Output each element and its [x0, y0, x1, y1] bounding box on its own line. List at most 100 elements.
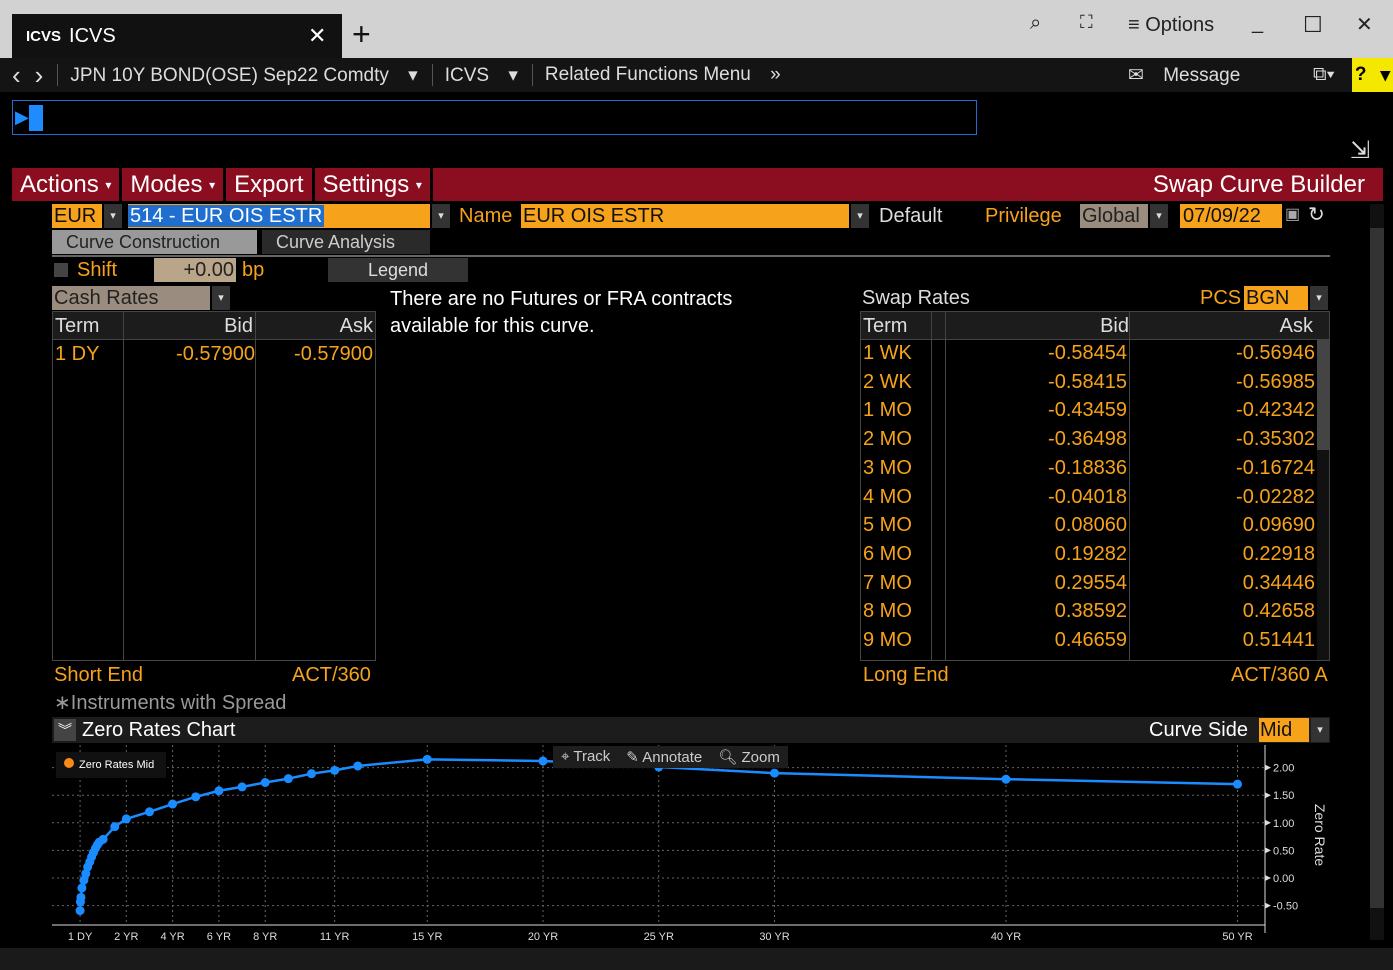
- table-row[interactable]: 7 MO 0.29554 0.34446: [861, 571, 1317, 599]
- cell-ask: 0.09690: [1242, 514, 1315, 537]
- command-input[interactable]: ▶: [12, 100, 977, 135]
- table-row[interactable]: 3 MO -0.18836 -0.16724: [861, 456, 1317, 484]
- table-row[interactable]: 6 MO 0.19282 0.22918: [861, 542, 1317, 570]
- table-row[interactable]: 5 MO 0.08060 0.09690: [861, 513, 1317, 541]
- legend-button[interactable]: Legend: [328, 258, 468, 282]
- chevron-down-icon[interactable]: ▾: [104, 204, 122, 228]
- nav-bar: ‹ › JPN 10Y BOND(OSE) Sep22 Comdty ▾ ICV…: [0, 58, 1393, 92]
- long-end-label: Long End: [863, 664, 949, 686]
- legend-marker: [64, 758, 74, 768]
- collapse-icon[interactable]: ︾: [54, 719, 76, 741]
- cell-ask: 0.34446: [1242, 571, 1315, 594]
- cell-term: 6 MO: [863, 542, 912, 565]
- menu-bar: Actions ▾ Modes ▾ Export Settings ▾ Swap…: [12, 168, 1383, 201]
- options-label: Options: [1145, 14, 1215, 36]
- forward-button[interactable]: ›: [35, 60, 44, 91]
- cell-ask: -0.42342: [1236, 399, 1315, 422]
- table-row[interactable]: 2 MO -0.36498 -0.35302: [861, 427, 1317, 455]
- chevron-down-icon[interactable]: ▾: [432, 204, 450, 228]
- function-dropdown[interactable]: ICVS ▾: [445, 64, 518, 87]
- header-ask: Ask: [339, 315, 373, 337]
- track-button[interactable]: ⌖ Track: [553, 746, 618, 768]
- shift-checkbox[interactable]: [54, 263, 68, 277]
- close-window-button[interactable]: ✕: [1356, 12, 1373, 37]
- cell-bid: -0.36498: [1048, 428, 1127, 451]
- tab-curve-analysis[interactable]: Curve Analysis: [262, 230, 430, 254]
- table-row[interactable]: 9 MO 0.46659 0.51441: [861, 628, 1317, 656]
- table-scrollbar[interactable]: [1317, 340, 1329, 660]
- options-button[interactable]: ≡ Options: [1128, 14, 1214, 37]
- search-plus-icon[interactable]: ⌕: [1030, 12, 1041, 35]
- table-row[interactable]: 1 WK -0.58454 -0.56946: [861, 341, 1317, 369]
- zoom-button[interactable]: 🔍︎ Zoom: [710, 746, 788, 768]
- pcs-field[interactable]: BGN: [1244, 286, 1308, 310]
- short-end-daycount: ACT/360: [292, 664, 371, 686]
- expand-icon[interactable]: ⛶: [1080, 12, 1093, 33]
- cell-term: 1 DY: [55, 343, 100, 365]
- series-line: [78, 758, 1238, 911]
- scrollbar-thumb[interactable]: [1370, 228, 1384, 908]
- back-button[interactable]: ‹: [12, 60, 21, 91]
- cell-term: 4 MO: [863, 485, 912, 508]
- y-tick: [1265, 847, 1271, 854]
- table-row[interactable]: 4 MO -0.04018 -0.02282: [861, 485, 1317, 513]
- curve-side-field[interactable]: Mid: [1259, 718, 1309, 742]
- table-row[interactable]: 2 WK -0.58415 -0.56985: [861, 370, 1317, 398]
- screen-share-icon[interactable]: ⧉▾: [1313, 64, 1335, 86]
- chevron-down-icon[interactable]: ▾: [851, 204, 869, 228]
- date-field[interactable]: 07/09/22: [1180, 204, 1282, 228]
- security-label: JPN 10Y BOND(OSE) Sep22 Comdty: [70, 64, 389, 86]
- modes-menu[interactable]: Modes ▾: [122, 168, 227, 201]
- default-label: Default: [879, 205, 943, 227]
- zero-rates-chart[interactable]: 2.00 1.50 1.00 0.50 0.00 -0.50 1 DY 2 YR 4 YR 6 Y…: [40, 745, 1340, 945]
- new-tab-button[interactable]: +: [352, 16, 371, 53]
- settings-menu[interactable]: Settings ▾: [315, 168, 433, 201]
- cash-rates-dropdown[interactable]: Cash Rates: [52, 286, 210, 310]
- name-field[interactable]: EUR OIS ESTR: [521, 204, 849, 228]
- chevron-down-icon[interactable]: ▾: [1310, 286, 1328, 310]
- chevron-down-icon[interactable]: ▾: [1311, 718, 1329, 742]
- table-row[interactable]: 8 MO 0.38592 0.42658: [861, 599, 1317, 627]
- chevron-down-icon[interactable]: ▾: [1150, 204, 1168, 228]
- x-tick-label: 11 YR: [320, 931, 350, 943]
- help-label: ?: [1354, 64, 1367, 85]
- scrollbar[interactable]: [1370, 204, 1384, 940]
- chevron-down-icon[interactable]: ▾: [212, 286, 230, 310]
- close-tab-button[interactable]: ✕: [308, 23, 326, 49]
- annotate-button[interactable]: ✎ Annotate: [618, 746, 710, 768]
- cell-bid: -0.43459: [1048, 399, 1127, 422]
- envelope-icon: ✉: [1128, 64, 1144, 86]
- curve-id-field[interactable]: 514 - EUR OIS ESTR: [128, 204, 430, 228]
- tab-icvs[interactable]: ICVS ICVS ✕: [12, 14, 342, 58]
- data-point: [1233, 779, 1242, 789]
- maximize-button[interactable]: ☐: [1303, 12, 1323, 38]
- legend-label: Zero Rates Mid: [79, 759, 155, 771]
- y-tick-label: 1.50: [1273, 790, 1294, 802]
- cell-term: 8 MO: [863, 600, 912, 623]
- cell-term: 1 MO: [863, 399, 912, 422]
- minimize-button[interactable]: _: [1252, 12, 1263, 35]
- popout-icon[interactable]: ⇲: [1350, 136, 1370, 165]
- table-header: Term Bid Ask: [53, 312, 375, 340]
- currency-field[interactable]: EUR: [52, 204, 102, 228]
- help-button[interactable]: ? ▾: [1352, 58, 1393, 92]
- table-row[interactable]: 1 MO -0.43459 -0.42342: [861, 398, 1317, 426]
- header-term: Term: [55, 315, 100, 337]
- cell-ask: 0.22918: [1242, 542, 1315, 565]
- data-point: [191, 792, 201, 802]
- calendar-icon[interactable]: ▣: [1285, 204, 1300, 224]
- export-menu[interactable]: Export: [226, 168, 315, 201]
- related-functions-menu[interactable]: Related Functions Menu »: [545, 64, 781, 86]
- message-button[interactable]: ✉ Message: [1128, 64, 1254, 87]
- security-dropdown[interactable]: JPN 10Y BOND(OSE) Sep22 Comdty ▾: [70, 64, 417, 87]
- actions-menu[interactable]: Actions ▾: [12, 168, 123, 201]
- shift-label: Shift: [77, 259, 118, 281]
- header-ask: Ask: [1279, 315, 1313, 337]
- shift-input[interactable]: +0.00: [154, 258, 236, 282]
- long-end-daycount: ACT/360 A: [1231, 664, 1328, 686]
- refresh-icon[interactable]: ↻: [1308, 202, 1325, 227]
- tab-curve-construction[interactable]: Curve Construction: [52, 230, 257, 254]
- privilege-field[interactable]: Global: [1080, 204, 1148, 228]
- cell-ask: -0.02282: [1236, 485, 1315, 508]
- scrollbar-thumb[interactable]: [1317, 340, 1329, 450]
